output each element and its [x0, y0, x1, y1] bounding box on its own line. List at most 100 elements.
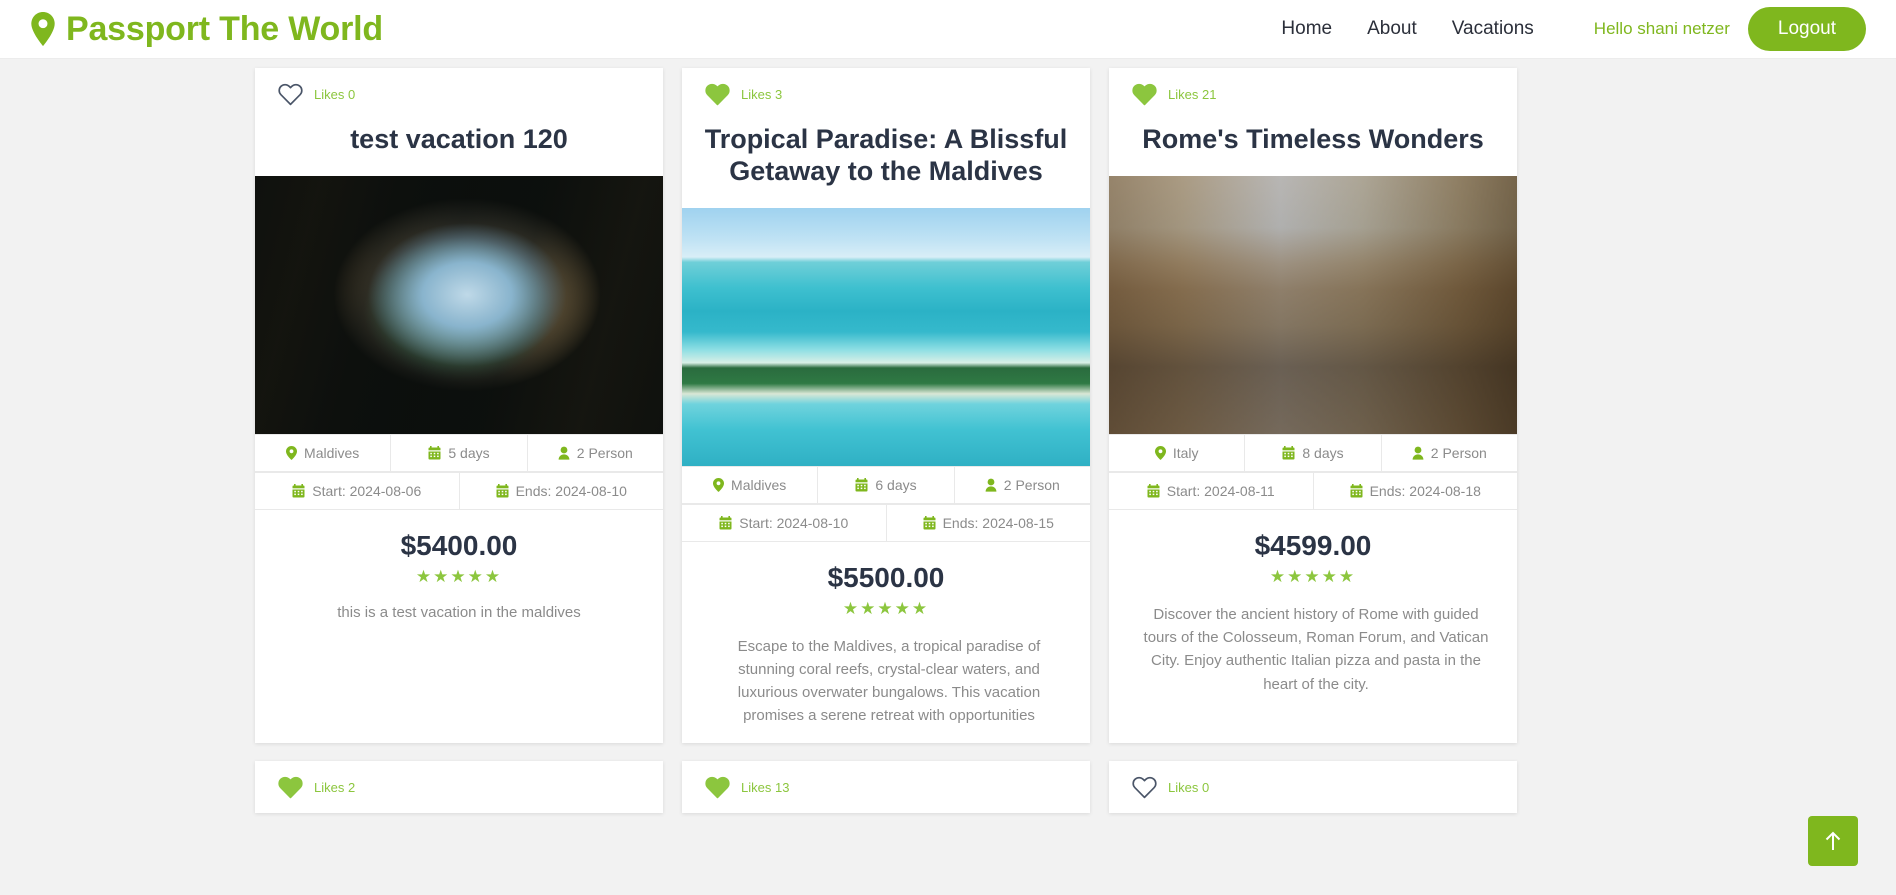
heart-icon[interactable] — [1132, 83, 1157, 106]
heart-icon[interactable] — [278, 83, 303, 106]
meta-destination: Italy — [1109, 435, 1244, 471]
brand-title: Passport The World — [66, 9, 383, 48]
person-icon — [985, 478, 997, 492]
persons-text: 2 Person — [576, 444, 633, 461]
like-row: Likes 21 — [1109, 68, 1517, 110]
like-row: Likes 0 — [1109, 761, 1517, 803]
scroll-to-top-button[interactable] — [1808, 816, 1858, 866]
meta-end-date: Ends: 2024-08-10 — [458, 472, 664, 509]
vacation-card[interactable]: Likes 21 Rome's Timeless Wonders Italy 8 da… — [1109, 68, 1517, 743]
duration-text: 5 days — [448, 444, 490, 461]
arrow-up-icon — [1823, 830, 1843, 852]
like-count: Likes 13 — [741, 779, 790, 795]
heart-icon-svg — [278, 83, 303, 106]
meta-duration: 8 days — [1244, 434, 1380, 471]
calendar-icon — [1350, 483, 1363, 498]
vacation-meta-row: Italy 8 days 2 Person — [1109, 433, 1517, 472]
vacation-cards-grid: Likes 0 test vacation 120 Maldives 5 days 2 … — [255, 68, 1655, 813]
persons-text: 2 Person — [1003, 476, 1060, 493]
meta-end-date: Ends: 2024-08-15 — [885, 504, 1091, 541]
vacation-description: this is a test vacation in the maldives — [337, 603, 581, 621]
heart-icon[interactable] — [705, 83, 730, 106]
main-nav: Home About Vacations — [1281, 18, 1533, 40]
site-header: Passport The World Home About Vacations … — [0, 0, 1896, 59]
meta-destination: Maldives — [255, 435, 390, 471]
meta-start-date: Start: 2024-08-11 — [1109, 473, 1313, 509]
like-row: Likes 13 — [682, 761, 1090, 803]
card-placeholder — [255, 803, 663, 813]
vacation-meta-row: Maldives 5 days 2 Person — [255, 433, 663, 472]
vacation-cards-viewport[interactable]: Likes 0 test vacation 120 Maldives 5 days 2 … — [0, 59, 1896, 895]
vacation-rating: ★★★★★ — [1269, 566, 1357, 586]
vacation-dates-row: Start: 2024-08-11 Ends: 2024-08-18 — [1109, 471, 1518, 510]
meta-persons: 2 Person — [953, 466, 1090, 503]
vacation-dates-row: Start: 2024-08-10 Ends: 2024-08-15 — [682, 503, 1091, 542]
destination-text: Maldives — [731, 476, 787, 493]
meta-destination: Maldives — [682, 467, 817, 503]
map-pin-icon-svg — [31, 12, 55, 46]
nav-item-about[interactable]: About — [1367, 18, 1417, 40]
end-date-text: Ends: 2024-08-15 — [942, 514, 1054, 531]
vacation-card[interactable]: Likes 0 — [1109, 760, 1517, 813]
logout-button[interactable]: Logout — [1747, 7, 1866, 51]
calendar-icon — [292, 483, 305, 498]
heart-icon-svg — [1132, 83, 1157, 106]
calendar-icon — [496, 483, 509, 498]
vacation-price: $5500.00 — [827, 561, 945, 593]
calendar-icon — [923, 515, 936, 530]
start-date-text: Start: 2024-08-06 — [312, 482, 422, 499]
destination-text: Italy — [1172, 444, 1199, 461]
vacation-title: Rome's Timeless Wonders — [1142, 124, 1484, 154]
like-count: Likes 0 — [1168, 779, 1210, 795]
duration-text: 8 days — [1302, 444, 1344, 461]
heart-icon-svg — [1132, 776, 1157, 798]
start-date-text: Start: 2024-08-10 — [739, 514, 849, 531]
nav-item-vacations[interactable]: Vacations — [1452, 18, 1534, 40]
vacation-card[interactable]: Likes 3 Tropical Paradise: A Blissful Get… — [682, 68, 1090, 743]
end-date-text: Ends: 2024-08-10 — [515, 482, 627, 499]
calendar-icon — [428, 445, 441, 460]
vacation-description[interactable]: Discover the ancient history of Rome wit… — [1117, 595, 1509, 697]
vacation-card[interactable]: Likes 2 — [255, 760, 663, 813]
heart-icon[interactable] — [278, 776, 303, 799]
vacation-dates-row: Start: 2024-08-06 Ends: 2024-08-10 — [255, 471, 664, 510]
calendar-icon — [1147, 483, 1160, 498]
heart-icon-svg — [705, 776, 730, 798]
meta-persons: 2 Person — [526, 434, 663, 471]
vacation-image — [1109, 175, 1517, 434]
vacation-title: test vacation 120 — [350, 124, 568, 154]
vacation-rating: ★★★★★ — [842, 598, 930, 618]
meta-start-date: Start: 2024-08-10 — [682, 505, 886, 541]
map-pin-icon — [1154, 445, 1166, 460]
start-date-text: Start: 2024-08-11 — [1166, 482, 1275, 499]
meta-persons: 2 Person — [1380, 434, 1517, 471]
calendar-icon — [855, 477, 868, 492]
like-row: Likes 0 — [255, 68, 663, 110]
meta-duration: 5 days — [390, 434, 526, 471]
heart-icon-svg — [278, 776, 303, 798]
header-right: Home About Vacations Hello shani netzer … — [1281, 7, 1866, 51]
heart-icon[interactable] — [705, 776, 730, 799]
vacation-card[interactable]: Likes 13 — [682, 760, 1090, 813]
like-count: Likes 0 — [314, 87, 356, 102]
user-greeting: Hello shani netzer — [1593, 19, 1730, 38]
vacation-image — [255, 175, 663, 434]
person-icon — [1412, 446, 1424, 460]
heart-icon-svg — [705, 83, 730, 106]
end-date-text: Ends: 2024-08-18 — [1369, 482, 1481, 499]
meta-end-date: Ends: 2024-08-18 — [1312, 472, 1518, 509]
vacation-rating: ★★★★★ — [415, 566, 503, 586]
map-pin-icon — [286, 445, 298, 460]
meta-start-date: Start: 2024-08-06 — [255, 473, 459, 509]
heart-icon[interactable] — [1132, 776, 1157, 799]
vacation-card[interactable]: Likes 0 test vacation 120 Maldives 5 days 2 … — [255, 68, 663, 743]
like-count: Likes 3 — [741, 87, 783, 102]
like-count: Likes 21 — [1168, 87, 1217, 102]
map-pin-icon — [30, 12, 56, 46]
brand-logo[interactable]: Passport The World — [30, 10, 383, 49]
like-row: Likes 2 — [255, 761, 663, 803]
nav-item-home[interactable]: Home — [1281, 18, 1332, 40]
persons-text: 2 Person — [1430, 444, 1487, 461]
vacation-description[interactable]: Escape to the Maldives, a tropical parad… — [690, 627, 1082, 729]
vacation-image — [682, 207, 1090, 466]
